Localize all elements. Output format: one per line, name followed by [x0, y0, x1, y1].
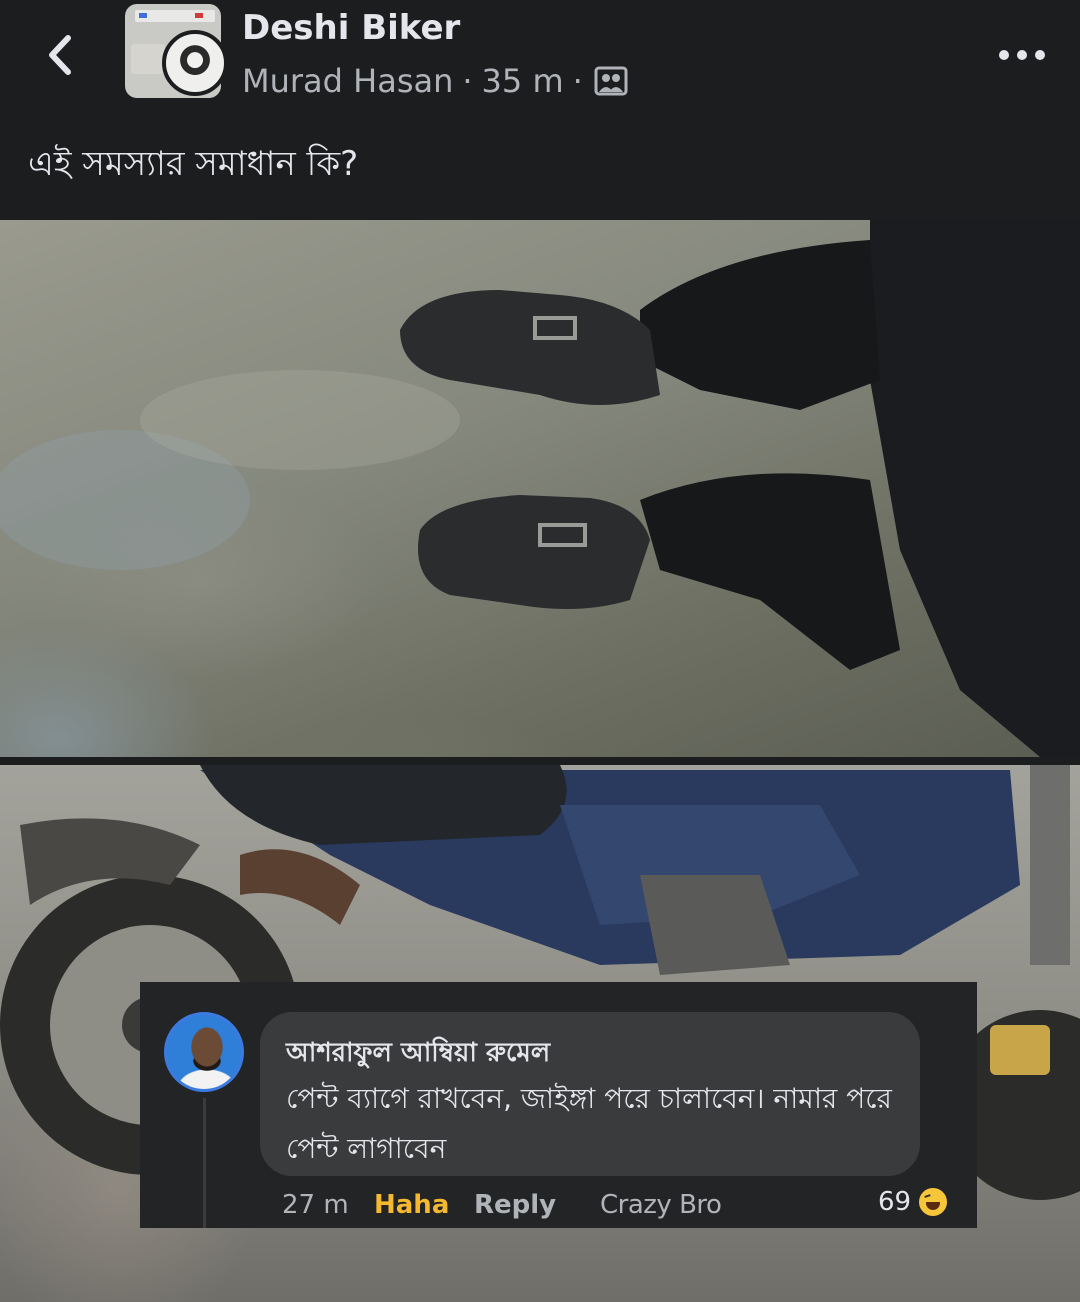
post-header: Deshi Biker Murad Hasan · 35 m ·	[0, 0, 1080, 112]
post-meta: Murad Hasan · 35 m ·	[242, 62, 628, 100]
meta-separator: ·	[572, 62, 583, 100]
back-button[interactable]	[36, 30, 86, 80]
author-avatar[interactable]	[162, 30, 228, 96]
commenter-avatar[interactable]	[164, 1012, 244, 1092]
comment-actions: 27 m Haha Reply Crazy Bro	[282, 1188, 722, 1222]
commenter-name[interactable]: আশরাফুল আম্বিয়া রুমেল	[286, 1032, 550, 1076]
reaction-count: 69	[878, 1187, 912, 1217]
post-time[interactable]: 35 m	[482, 62, 564, 100]
meta-separator: ·	[462, 62, 473, 100]
author-name[interactable]: Murad Hasan	[242, 62, 453, 100]
comment-time[interactable]: 27 m	[282, 1190, 374, 1220]
thread-line	[203, 1098, 206, 1228]
group-members-icon	[594, 66, 628, 96]
post-photo-shoes[interactable]	[0, 220, 1080, 757]
post-text: এই সমস্যার সমাধান কি?	[28, 144, 359, 184]
more-options-button[interactable]	[996, 40, 1048, 70]
reaction-summary[interactable]: 69	[878, 1184, 950, 1220]
comment-card: আশরাফুল আম্বিয়া রুমেল পেন্ট ব্যাগে রাখব…	[140, 982, 977, 1228]
haha-reaction-button[interactable]: Haha	[374, 1190, 474, 1220]
photo-divider	[0, 757, 1080, 765]
group-name[interactable]: Deshi Biker	[242, 8, 460, 48]
more-options-icon	[999, 50, 1045, 60]
shoes-photo-illustration	[0, 220, 1080, 757]
commenter-badge: Crazy Bro	[600, 1190, 722, 1220]
haha-emoji-icon	[917, 1186, 950, 1218]
comment-text: পেন্ট ব্যাগে রাখবেন, জাইঙ্গা পরে চালাবেন…	[286, 1082, 892, 1165]
reply-button[interactable]: Reply	[474, 1190, 600, 1220]
chevron-left-icon	[49, 35, 71, 75]
post-screen: Deshi Biker Murad Hasan · 35 m · এই সমস্…	[0, 0, 1080, 1302]
comment-bubble[interactable]: আশরাফুল আম্বিয়া রুমেল পেন্ট ব্যাগে রাখব…	[260, 1012, 920, 1176]
